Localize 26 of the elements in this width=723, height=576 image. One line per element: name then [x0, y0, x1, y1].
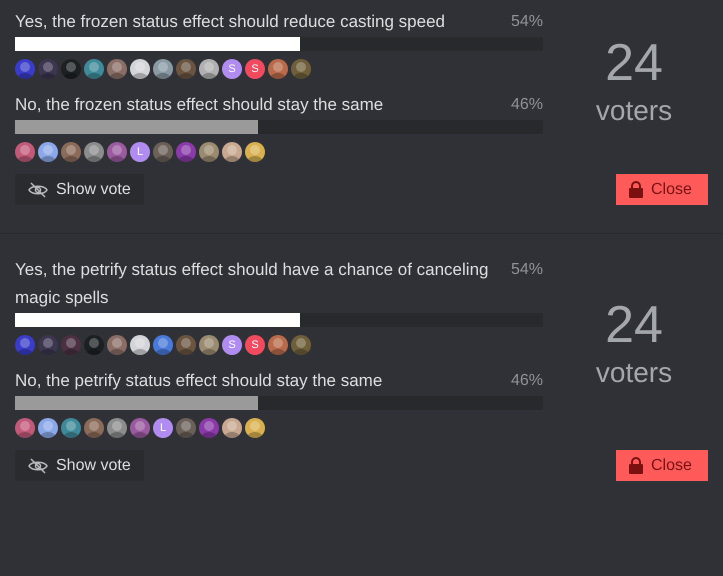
vote-percentage: 46%: [510, 371, 543, 391]
hidden-eye-icon: [28, 182, 48, 198]
show-vote-button[interactable]: Show vote: [15, 450, 144, 481]
option-text: No, the petrify status effect should stay the same: [15, 370, 382, 392]
user-avatar: S: [222, 335, 242, 355]
user-avatar: S: [245, 59, 265, 79]
user-avatar: L: [153, 418, 173, 438]
vote-percentage: 54%: [510, 260, 543, 280]
voter-label: voters: [596, 356, 672, 390]
close-button[interactable]: Close: [616, 174, 708, 205]
voter-label: voters: [596, 94, 672, 128]
voter-count: 24: [605, 33, 663, 93]
option-text: No, the frozen status effect should stay the same: [15, 94, 384, 116]
option-text: Yes, the frozen status effect should reduce casting speed: [15, 11, 446, 33]
vote-percentage: 46%: [510, 95, 543, 115]
vote-percentage: 54%: [510, 12, 543, 32]
hidden-eye-icon: [28, 458, 48, 474]
user-avatar: S: [222, 59, 242, 79]
user-avatar: S: [245, 335, 265, 355]
close-button[interactable]: Close: [616, 450, 708, 481]
show-vote-button[interactable]: Show vote: [15, 174, 144, 205]
lock-icon: [629, 181, 643, 198]
voter-count: 24: [605, 295, 663, 355]
user-avatar: L: [130, 142, 150, 162]
option-text: Yes, the petrify status effect should have a chance of canceling magic spells: [15, 259, 490, 309]
lock-icon: [629, 457, 643, 474]
